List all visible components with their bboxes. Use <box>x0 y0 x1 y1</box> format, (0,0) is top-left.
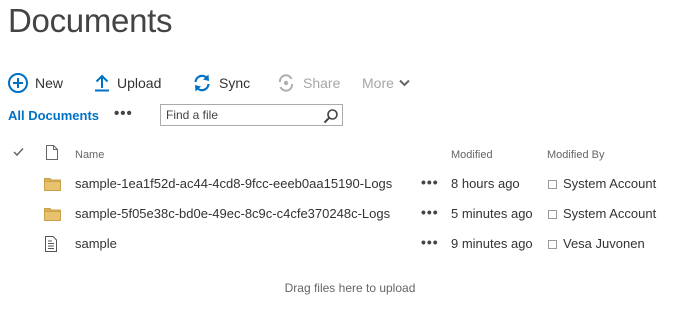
folder-icon <box>44 177 61 196</box>
select-all-checkmark[interactable] <box>13 147 24 160</box>
plus-circle-icon <box>8 73 28 93</box>
new-label: New <box>35 75 64 91</box>
table-row[interactable]: sample ••• 9 minutes ago Vesa Juvonen <box>0 229 673 259</box>
document-icon <box>46 145 58 163</box>
upload-arrow-icon <box>94 74 110 92</box>
search-icon[interactable] <box>323 108 339 124</box>
row-modified-by[interactable]: System Account <box>563 176 656 191</box>
share-icon <box>276 73 296 93</box>
column-header-modified-by[interactable]: Modified By <box>547 149 604 161</box>
table-row[interactable]: sample-5f05e38c-bd0e-49ec-8c9c-c4cfe3702… <box>0 199 673 229</box>
sync-label: Sync <box>219 75 251 91</box>
row-name-link[interactable]: sample-1ea1f52d-ac44-4cd8-9fcc-eeeb0aa15… <box>75 176 392 191</box>
row-modified: 8 hours ago <box>451 176 520 191</box>
sync-button[interactable]: Sync <box>192 70 250 96</box>
column-header-modified[interactable]: Modified <box>451 149 493 161</box>
presence-indicator <box>548 210 557 219</box>
drag-drop-hint: Drag files here to upload <box>284 281 416 295</box>
presence-indicator <box>548 180 557 189</box>
page-title: Documents <box>8 2 173 39</box>
upload-label: Upload <box>117 75 162 91</box>
folder-icon <box>44 207 61 226</box>
view-all-documents[interactable]: All Documents <box>8 108 99 123</box>
row-modified: 5 minutes ago <box>451 206 533 221</box>
view-options-ellipsis[interactable]: ••• <box>114 105 133 122</box>
search-input[interactable] <box>161 105 326 125</box>
row-ellipsis-button[interactable]: ••• <box>421 204 439 220</box>
new-button[interactable]: New <box>8 70 63 96</box>
share-button[interactable]: Share <box>276 70 340 96</box>
presence-indicator <box>548 240 557 249</box>
row-name-link[interactable]: sample <box>75 236 117 251</box>
row-modified-by[interactable]: Vesa Juvonen <box>563 236 645 251</box>
share-label: Share <box>303 75 341 91</box>
row-modified-by[interactable]: System Account <box>563 206 656 221</box>
table-row[interactable]: sample-1ea1f52d-ac44-4cd8-9fcc-eeeb0aa15… <box>0 169 673 199</box>
row-name-link[interactable]: sample-5f05e38c-bd0e-49ec-8c9c-c4cfe3702… <box>75 206 390 221</box>
column-header-name[interactable]: Name <box>75 149 104 161</box>
row-modified: 9 minutes ago <box>451 236 533 251</box>
upload-button[interactable]: Upload <box>94 70 161 96</box>
sync-icon <box>192 73 212 93</box>
text-file-icon <box>45 236 57 257</box>
chevron-down-icon <box>399 79 410 87</box>
row-ellipsis-button[interactable]: ••• <box>421 174 439 190</box>
more-button[interactable]: More <box>362 70 410 96</box>
more-label: More <box>362 75 394 91</box>
row-ellipsis-button[interactable]: ••• <box>421 234 439 250</box>
find-file-box <box>160 104 343 126</box>
